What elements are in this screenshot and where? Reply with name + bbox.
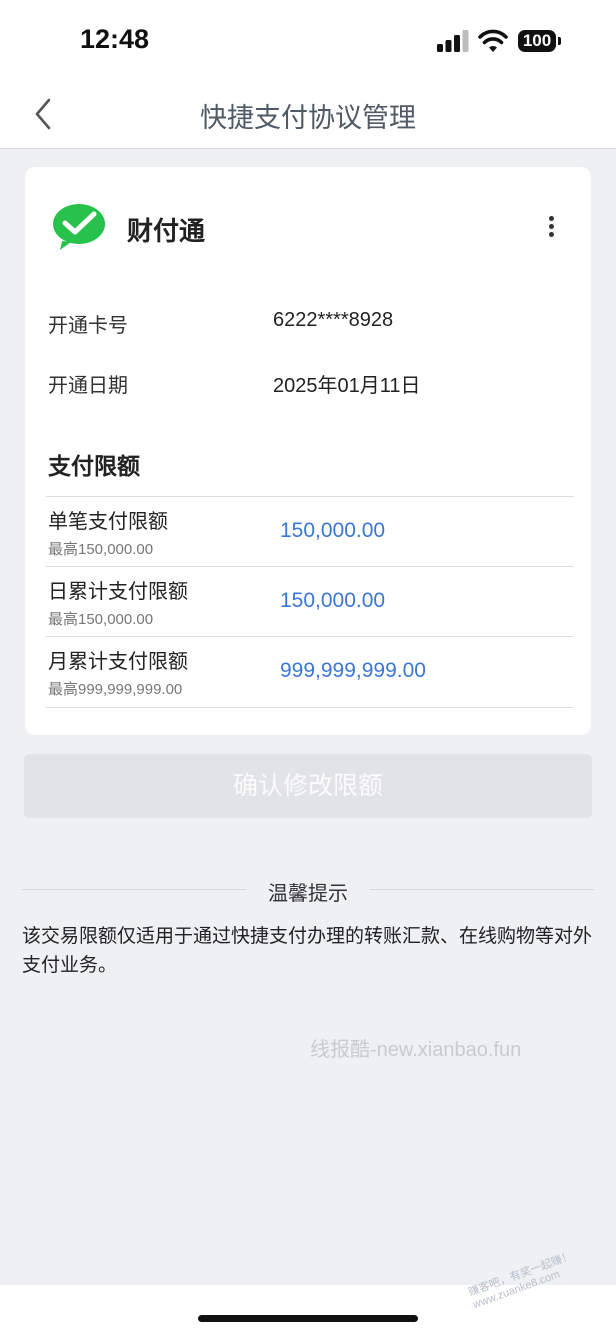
limit-value-input[interactable]: 999,999,999.00 — [280, 659, 426, 683]
limit-row-monthly: 月累计支付限额 最高999,999,999.00 999,999,999.00 — [46, 636, 574, 708]
limit-value-input[interactable]: 150,000.00 — [280, 589, 385, 613]
open-date-label: 开通日期 — [48, 373, 128, 397]
limits-section-title: 支付限额 — [48, 454, 140, 480]
tips-title: 温馨提示 — [268, 881, 348, 905]
battery-icon: 100 — [518, 30, 556, 52]
status-bar: 12:48 100 — [0, 0, 616, 80]
limit-name: 月累计支付限额 — [48, 649, 188, 673]
watermark: 线报酷-new.xianbao.fun — [310, 1039, 522, 1061]
wifi-icon — [478, 29, 508, 52]
limit-max: 最高150,000.00 — [48, 611, 154, 628]
open-date-value: 2025年01月11日 — [273, 375, 421, 397]
card-number-value: 6222****8928 — [273, 309, 394, 331]
confirm-modify-limit-button[interactable]: 确认修改限额 — [24, 754, 592, 818]
card-number-label: 开通卡号 — [48, 313, 128, 337]
tips-text: 该交易限额仅适用于通过快捷支付办理的转账汇款、在线购物等对外支付业务。 — [22, 925, 593, 976]
nav-bar: 快捷支付协议管理 — [0, 80, 616, 149]
status-time: 12:48 — [80, 24, 150, 54]
page-title: 快捷支付协议管理 — [200, 103, 416, 134]
battery-cap — [558, 37, 561, 45]
limit-max: 最高999,999,999.00 — [48, 681, 183, 698]
wechat-pay-icon — [53, 204, 105, 250]
limit-name: 日累计支付限额 — [48, 579, 188, 603]
limit-name: 单笔支付限额 — [48, 509, 168, 533]
home-indicator[interactable] — [198, 1315, 418, 1322]
limit-row-single: 单笔支付限额 最高150,000.00 150,000.00 — [46, 496, 574, 567]
limit-max: 最高150,000.00 — [48, 541, 154, 558]
agreement-card: 财付通 开通卡号 6222****8928 开通日期 2025年01月11日 支… — [25, 167, 591, 735]
limit-value-input[interactable]: 150,000.00 — [280, 519, 385, 543]
limit-row-daily: 日累计支付限额 最高150,000.00 150,000.00 — [46, 566, 574, 637]
merchant-name: 财付通 — [127, 217, 206, 247]
more-vertical-icon[interactable] — [537, 213, 565, 243]
cellular-signal-icon — [437, 30, 469, 52]
